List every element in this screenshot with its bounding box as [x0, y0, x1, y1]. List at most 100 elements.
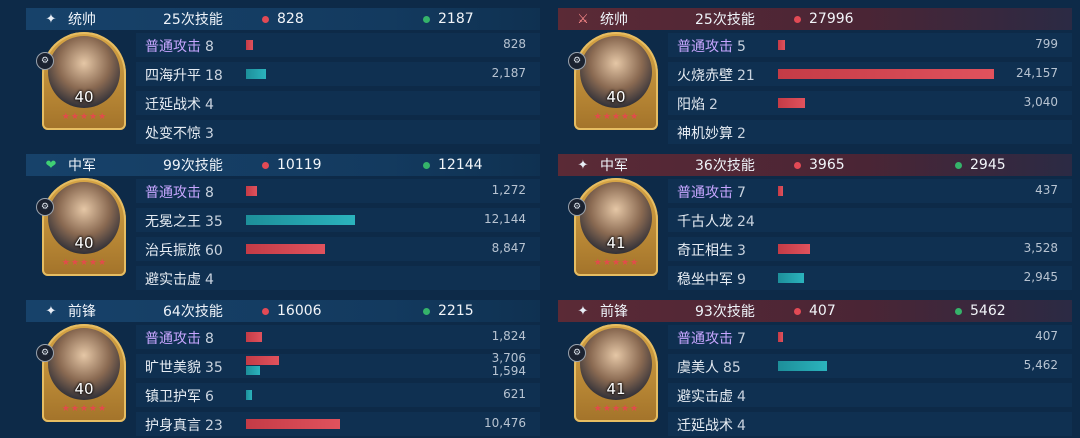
skill-count: 2: [737, 126, 746, 142]
hero-header: ✦ 中军 36次技能 3965 2945: [558, 154, 1072, 176]
star-icon: ★: [611, 404, 621, 414]
star-icon: ★: [621, 258, 630, 268]
hero-card[interactable]: ✦ 前锋 93次技能 407 5462 ⚙ 41 ★ ★ ★ ★ ★ 普通攻击 7 407 虞美人 85 5,46…: [558, 292, 1072, 438]
hero-role: 前锋: [600, 304, 628, 320]
skill-count: 35: [205, 360, 223, 376]
skill-row: 治兵振旅 60 8,847: [136, 236, 540, 262]
skill-count: 2: [709, 97, 718, 113]
hero-level: 41: [606, 234, 626, 252]
skill-name-text: 火烧赤壁: [677, 68, 733, 84]
skill-row: 旷世美貌 35 3,706 1,594: [136, 351, 540, 379]
damage-dot-icon: [262, 307, 269, 315]
skill-name-text: 镇卫护军: [145, 389, 201, 405]
star-rating: ★ ★ ★ ★ ★: [46, 258, 122, 270]
skills-count: 36次技能: [695, 158, 755, 174]
skill-name: 避实击虚 4: [145, 269, 214, 289]
skill-name: 治兵振旅 60: [145, 240, 223, 260]
hero-role: 前锋: [68, 304, 96, 320]
skill-name-text: 阳焰: [677, 97, 705, 113]
damage-bar: [246, 332, 262, 342]
vanguard-icon: ✦: [577, 157, 589, 173]
hero-role: 统帅: [68, 12, 96, 28]
damage-dot-icon: [262, 15, 269, 23]
star-icon: ★: [89, 404, 98, 414]
skill-row: 镇卫护军 6 621: [136, 382, 540, 408]
skill-name-text: 旷世美貌: [145, 360, 201, 376]
hero-header: ❤ 中军 99次技能 10119 12144: [26, 154, 540, 176]
hero-portrait[interactable]: ⚙ 40 ★ ★ ★ ★ ★: [568, 32, 658, 130]
skill-count: 7: [737, 331, 746, 347]
star-icon: ★: [61, 258, 70, 268]
heal-total: 2215: [438, 303, 474, 319]
star-icon: ★: [630, 112, 639, 122]
hero-card[interactable]: ✦ 中军 36次技能 3965 2945 ⚙ 41 ★ ★ ★ ★ ★ 普通攻击 7 437 千古人龙 24 奇正…: [558, 146, 1072, 292]
hero-portrait[interactable]: ⚙ 40 ★ ★ ★ ★ ★: [36, 178, 126, 276]
hero-header: ✦ 统帅 25次技能 828 2187: [26, 8, 540, 30]
skill-name-text: 治兵振旅: [145, 243, 201, 259]
damage-total: 828: [277, 11, 304, 27]
hero-role: 中军: [68, 158, 96, 174]
hero-portrait[interactable]: ⚙ 41 ★ ★ ★ ★ ★: [568, 324, 658, 422]
heal-total: 5462: [970, 303, 1006, 319]
star-icon: ★: [79, 404, 89, 414]
star-icon: ★: [602, 112, 611, 122]
hero-card[interactable]: ✦ 前锋 64次技能 16006 2215 ⚙ 40 ★ ★ ★ ★ ★ 普通攻击 8 1,824 旷世美貌 3…: [26, 292, 540, 438]
skills-count: 25次技能: [163, 12, 223, 28]
hero-level: 40: [74, 88, 94, 106]
damage-value: 437: [1035, 183, 1058, 197]
damage-dot-icon: [794, 161, 801, 169]
star-rating: ★ ★ ★ ★ ★: [578, 112, 654, 124]
star-icon: ★: [630, 258, 639, 268]
damage-value: 828: [503, 37, 526, 51]
skill-count: 3: [205, 126, 214, 142]
heal-total: 12144: [438, 157, 483, 173]
heal-value: 2,187: [491, 66, 526, 80]
star-icon: ★: [98, 404, 107, 414]
skill-name-text: 避实击虚: [677, 389, 733, 405]
skill-count: 4: [205, 272, 214, 288]
unit-type-icon: ⚙: [568, 344, 586, 362]
unit-type-icon: ⚙: [36, 52, 54, 70]
damage-bar: [246, 186, 257, 196]
damage-bar: [246, 419, 340, 429]
skill-count: 5: [737, 39, 746, 55]
skill-count: 60: [205, 243, 223, 259]
damage-bar: [778, 186, 783, 196]
hero-portrait[interactable]: ⚙ 40 ★ ★ ★ ★ ★: [36, 32, 126, 130]
hero-level: 40: [606, 88, 626, 106]
skill-count: 7: [737, 185, 746, 201]
skill-count: 8: [205, 185, 214, 201]
skill-name-text: 普通攻击: [677, 39, 733, 55]
star-icon: ★: [602, 404, 611, 414]
skill-row: 处变不惊 3: [136, 119, 540, 145]
skill-row: 无冕之王 35 12,144: [136, 207, 540, 233]
skill-name: 四海升平 18: [145, 65, 223, 85]
skill-row: 普通攻击 8 1,824: [136, 324, 540, 350]
hero-card[interactable]: ❤ 中军 99次技能 10119 12144 ⚙ 40 ★ ★ ★ ★ ★ 普通攻击 8 1,272 无冕之王…: [26, 146, 540, 292]
skill-name: 普通攻击 8: [145, 328, 214, 348]
skill-name: 护身真言 23: [145, 415, 223, 435]
damage-bar: [778, 98, 805, 108]
skill-row: 火烧赤壁 21 24,157: [668, 61, 1072, 87]
skill-name: 镇卫护军 6: [145, 386, 214, 406]
star-icon: ★: [61, 404, 70, 414]
hero-portrait[interactable]: ⚙ 41 ★ ★ ★ ★ ★: [568, 178, 658, 276]
skill-row: 普通攻击 8 828: [136, 32, 540, 58]
star-icon: ★: [70, 112, 79, 122]
damage-bar: [778, 244, 810, 254]
damage-bar: [246, 40, 253, 50]
damage-total: 3965: [809, 157, 845, 173]
damage-bar: [246, 244, 325, 254]
damage-total: 407: [809, 303, 836, 319]
hero-role: 中军: [600, 158, 628, 174]
star-icon: ★: [621, 112, 630, 122]
skills-count: 64次技能: [163, 304, 223, 320]
hero-card[interactable]: ✦ 统帅 25次技能 828 2187 ⚙ 40 ★ ★ ★ ★ ★ 普通攻击 8 828 四海升平 18 2,1…: [26, 0, 540, 146]
skill-row-bg: [668, 91, 1072, 115]
skills-count: 93次技能: [695, 304, 755, 320]
skill-row: 稳坐中军 9 2,945: [668, 265, 1072, 291]
skill-count: 4: [205, 97, 214, 113]
hero-portrait[interactable]: ⚙ 40 ★ ★ ★ ★ ★: [36, 324, 126, 422]
hero-card[interactable]: ⚔ 统帅 25次技能 27996 ⚙ 40 ★ ★ ★ ★ ★ 普通攻击 5 799 火烧赤壁 21 24,15…: [558, 0, 1072, 146]
skill-count: 23: [205, 418, 223, 434]
